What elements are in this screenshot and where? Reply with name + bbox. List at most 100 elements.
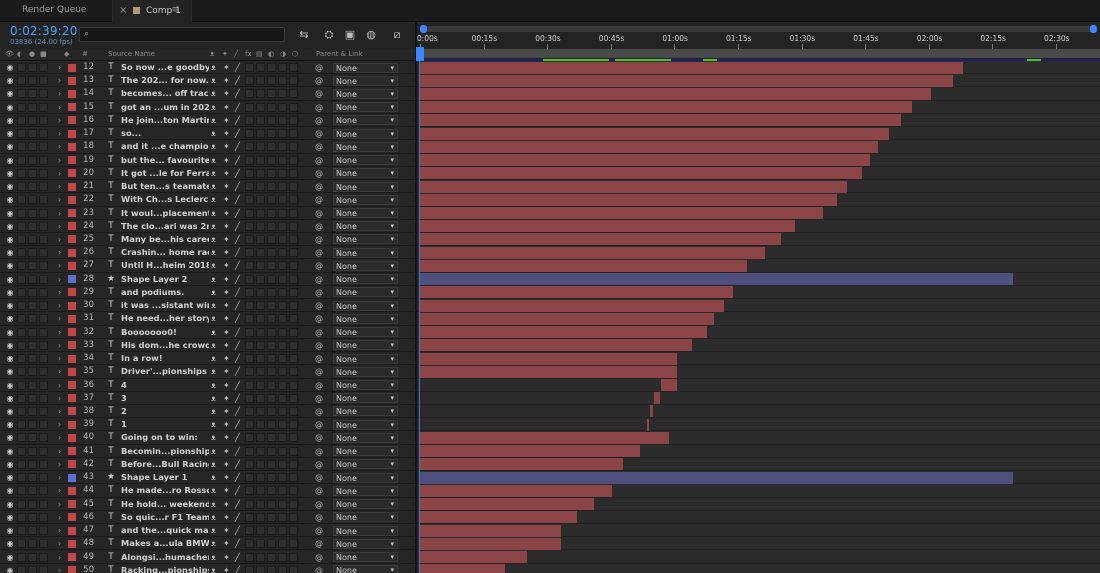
- layer-row[interactable]: ◉ › 22 T With Ch...s Leclerc ᴥ ✦ ╱ @ Non…: [0, 193, 415, 207]
- parent-select[interactable]: None ▾: [333, 432, 398, 443]
- frame-blend-toggle[interactable]: [256, 89, 265, 99]
- motion-blur-toggle[interactable]: [267, 129, 276, 139]
- audio-toggle[interactable]: [17, 380, 26, 390]
- audio-toggle[interactable]: [17, 89, 26, 99]
- shy-icon[interactable]: ᴥ: [211, 127, 216, 140]
- shy-icon[interactable]: ᴥ: [211, 352, 216, 365]
- parent-select[interactable]: None ▾: [333, 406, 398, 417]
- pickwhip-icon[interactable]: @: [315, 484, 323, 497]
- collapse-icon[interactable]: ✦: [223, 445, 230, 458]
- eye-icon[interactable]: ◉: [6, 392, 14, 405]
- chevron-right-icon[interactable]: ›: [58, 392, 61, 405]
- layer-duration-bar[interactable]: [420, 511, 577, 524]
- adjustment-toggle[interactable]: [278, 208, 287, 218]
- collapse-icon[interactable]: ✦: [223, 154, 230, 167]
- shy-icon[interactable]: ᴥ: [211, 445, 216, 458]
- quality-icon[interactable]: ╱: [235, 233, 240, 246]
- adjustment-toggle[interactable]: [278, 287, 287, 297]
- chevron-right-icon[interactable]: ›: [58, 418, 61, 431]
- solo-toggle[interactable]: [28, 433, 37, 443]
- 3d-toggle[interactable]: [289, 406, 298, 416]
- parent-select[interactable]: None ▾: [333, 380, 398, 391]
- parent-select[interactable]: None ▾: [333, 102, 398, 113]
- motion-blur-toggle[interactable]: [267, 459, 276, 469]
- pickwhip-icon[interactable]: @: [315, 167, 323, 180]
- pickwhip-icon[interactable]: @: [315, 233, 323, 246]
- chevron-right-icon[interactable]: ›: [58, 193, 61, 206]
- chevron-right-icon[interactable]: ›: [58, 564, 61, 573]
- lock-toggle[interactable]: [39, 234, 48, 244]
- collapse-switch-header-icon[interactable]: ✦: [222, 50, 228, 58]
- frame-blend-toggle[interactable]: [256, 512, 265, 522]
- frame-blend-toggle[interactable]: [256, 459, 265, 469]
- motion-blur-toggle[interactable]: [267, 208, 276, 218]
- quality-icon[interactable]: ╱: [235, 312, 240, 325]
- frame-blend-toggle[interactable]: [256, 367, 265, 377]
- adjustment-toggle[interactable]: [278, 301, 287, 311]
- layer-row[interactable]: ◉ › 18 T and it ...e champion ᴥ ✦ ╱ @ No…: [0, 140, 415, 154]
- lock-toggle[interactable]: [39, 473, 48, 483]
- motion-blur-toggle[interactable]: [267, 420, 276, 430]
- 3d-toggle[interactable]: [289, 155, 298, 165]
- quality-icon[interactable]: ╱: [235, 365, 240, 378]
- audio-toggle[interactable]: [17, 459, 26, 469]
- eye-icon[interactable]: ◉: [6, 431, 14, 444]
- parent-select[interactable]: None ▾: [333, 115, 398, 126]
- audio-toggle[interactable]: [17, 565, 26, 573]
- effect-toggle[interactable]: [245, 274, 254, 284]
- effect-toggle[interactable]: [245, 393, 254, 403]
- motion-blur-toggle[interactable]: [267, 248, 276, 258]
- eye-icon[interactable]: ◉: [6, 207, 14, 220]
- pickwhip-icon[interactable]: @: [315, 127, 323, 140]
- frame-blending-icon[interactable]: ◍: [363, 27, 379, 42]
- effect-toggle[interactable]: [245, 208, 254, 218]
- quality-icon[interactable]: ╱: [235, 405, 240, 418]
- motion-blur-toggle[interactable]: [267, 393, 276, 403]
- layer-row[interactable]: ◉ › 42 T Before...Bull Racing ᴥ ✦ ╱ @ No…: [0, 457, 415, 472]
- parent-select[interactable]: None ▾: [333, 260, 398, 271]
- collapse-icon[interactable]: ✦: [223, 114, 230, 127]
- shy-icon[interactable]: ᴥ: [211, 564, 216, 573]
- layer-name[interactable]: Driver'...pionships: [121, 365, 209, 378]
- quality-icon[interactable]: ╱: [235, 537, 240, 550]
- layer-row[interactable]: ◉ › 27 T Until H...heim 2018 ᴥ ✦ ╱ @ Non…: [0, 259, 415, 273]
- pickwhip-icon[interactable]: @: [315, 471, 323, 484]
- layer-duration-bar[interactable]: [420, 431, 670, 444]
- frame-blend-toggle[interactable]: [256, 420, 265, 430]
- solo-toggle[interactable]: [28, 89, 37, 99]
- motion-blur-toggle[interactable]: [267, 221, 276, 231]
- audio-toggle[interactable]: [17, 248, 26, 258]
- layer-duration-bar[interactable]: [420, 61, 963, 74]
- layer-name[interactable]: It woul...placement.: [121, 207, 209, 220]
- eye-icon[interactable]: ◉: [6, 537, 14, 550]
- parent-select[interactable]: None ▾: [333, 552, 398, 562]
- layer-name[interactable]: Alongsi...humacher.: [121, 551, 209, 564]
- 3d-toggle[interactable]: [289, 274, 298, 284]
- 3d-toggle[interactable]: [289, 420, 298, 430]
- pickwhip-icon[interactable]: @: [315, 458, 323, 471]
- layer-name[interactable]: Before...Bull Racing: [121, 458, 209, 471]
- frame-blend-toggle[interactable]: [256, 486, 265, 496]
- 3d-toggle[interactable]: [289, 182, 298, 192]
- chevron-right-icon[interactable]: ›: [58, 379, 61, 392]
- quality-icon[interactable]: ╱: [235, 87, 240, 100]
- adjustment-toggle[interactable]: [278, 129, 287, 139]
- parent-select[interactable]: None ▾: [333, 446, 398, 457]
- layer-row[interactable]: ◉ › 46 T So quic...r F1 Team. ᴥ ✦ ╱ @ No…: [0, 510, 415, 525]
- solo-toggle[interactable]: [28, 155, 37, 165]
- adjustment-layer-header-icon[interactable]: ◑: [280, 50, 286, 58]
- layer-duration-bar[interactable]: [420, 140, 878, 153]
- shy-icon[interactable]: ᴥ: [211, 167, 216, 180]
- collapse-icon[interactable]: ✦: [223, 326, 230, 339]
- solo-toggle[interactable]: [28, 380, 37, 390]
- parent-select[interactable]: None ▾: [333, 208, 398, 219]
- motion-blur-toggle[interactable]: [267, 301, 276, 311]
- parent-select[interactable]: None ▾: [333, 62, 398, 73]
- pickwhip-icon[interactable]: @: [315, 498, 323, 511]
- parent-select[interactable]: None ▾: [333, 366, 398, 377]
- solo-toggle[interactable]: [28, 168, 37, 178]
- layer-name[interactable]: In a row!: [121, 352, 209, 365]
- frame-blend-toggle[interactable]: [256, 446, 265, 456]
- adjustment-toggle[interactable]: [278, 221, 287, 231]
- work-area-bar[interactable]: [420, 49, 1100, 58]
